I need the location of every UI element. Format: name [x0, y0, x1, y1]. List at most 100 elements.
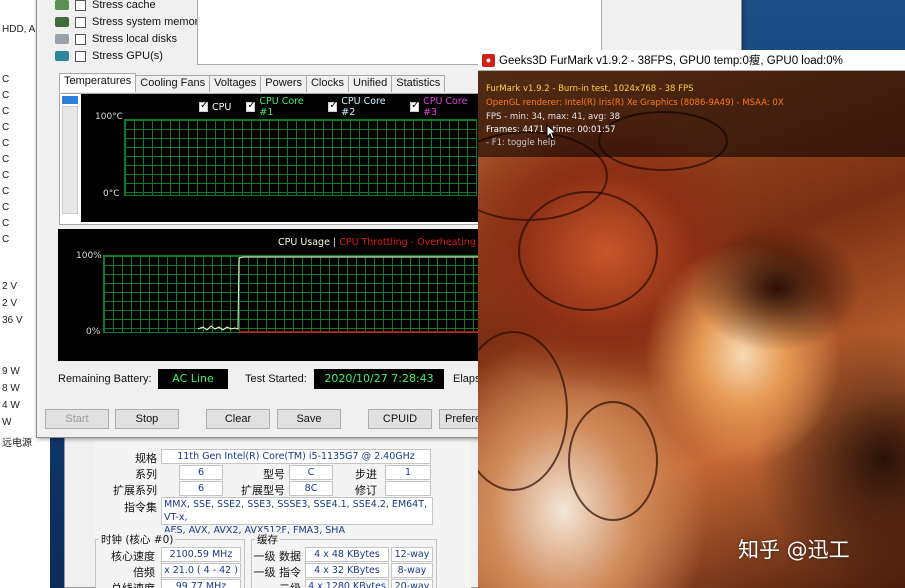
gpu-icon	[55, 51, 69, 61]
revision-label: 修订	[355, 484, 377, 497]
l1-inst-label: 一级 指令	[253, 566, 302, 579]
clear-button[interactable]: Clear	[206, 409, 270, 429]
stress-memory-option[interactable]: Stress system memory	[55, 14, 204, 30]
battery-label: Remaining Battery:	[58, 373, 152, 385]
temp-axis-top: 100°C	[95, 112, 123, 122]
bus-speed-value: 99.77 MHz	[161, 579, 241, 588]
model-label: 型号	[263, 468, 285, 481]
hud-line: FPS - min: 34, max: 41, avg: 38	[486, 112, 621, 122]
sensor-label: 远电源	[2, 438, 32, 449]
tab-temperatures[interactable]: Temperatures	[59, 73, 137, 92]
sensor-label: C	[2, 90, 10, 101]
sensor-label: 8 W	[2, 383, 20, 394]
stress-gpu-label: Stress GPU(s)	[92, 50, 163, 62]
multiplier-label: 倍频	[133, 566, 155, 579]
l1-inst-way: 8-way	[391, 563, 433, 578]
stress-gpu-checkbox[interactable]	[75, 50, 86, 62]
sensor-label: C	[2, 202, 10, 213]
memory-icon	[55, 17, 69, 27]
legend-core2-label: CPU Core #2	[341, 96, 386, 118]
clocks-title: 时钟 (核心 #0)	[99, 532, 176, 547]
l1-data-way: 12-way	[391, 547, 433, 562]
stress-memory-label: Stress system memory	[92, 16, 204, 28]
tab-unified[interactable]: Unified	[348, 75, 393, 92]
cpu-usage-chart: CPU Usage | CPU Throttling - Overheating…	[58, 229, 502, 361]
sensor-label: W	[2, 417, 12, 428]
disk-icon	[55, 34, 69, 44]
stress-disks-option[interactable]: Stress local disks	[55, 31, 177, 47]
stress-memory-checkbox[interactable]	[75, 16, 86, 28]
hud-line: FurMark v1.9.2 - Burn-in test, 1024x768 …	[486, 84, 694, 94]
zhihu-watermark: 知乎 @迅工	[738, 538, 850, 562]
cpuid-button[interactable]: CPUID	[368, 409, 432, 429]
sensor-label: C	[2, 138, 10, 149]
fur-texture	[478, 331, 568, 491]
stop-button[interactable]: Stop	[115, 409, 179, 429]
sensor-label: C	[2, 234, 10, 245]
legend-core1-label: CPU Core #1	[259, 96, 304, 118]
temp-axis-bottom: 0°C	[103, 189, 120, 199]
stress-cache-label: Stress cache	[92, 0, 156, 11]
l2-label: 二级	[245, 580, 301, 588]
stress-cache-option[interactable]: Stress cache	[55, 0, 156, 13]
cache-icon	[55, 0, 69, 10]
stepping-value: 1	[385, 465, 431, 480]
family-value: 6	[179, 465, 223, 480]
family-label: 系列	[135, 468, 157, 481]
sensor-label: C	[2, 122, 10, 133]
stress-gpu-option[interactable]: Stress GPU(s)	[55, 48, 163, 64]
cache-title: 缓存	[255, 532, 280, 547]
battery-value: AC Line	[158, 369, 228, 389]
model-value: C	[289, 465, 333, 480]
l1-data-label: 一级 数据	[253, 550, 302, 563]
cpuz-processor-panel: 规格 11th Gen Intel(R) Core(TM) i5-1135G7 …	[95, 439, 471, 588]
sensor-label: 2 V	[2, 281, 18, 292]
cpuz-window: 规格 11th Gen Intel(R) Core(TM) i5-1135G7 …	[64, 430, 484, 588]
l1-inst-value: 4 x 32 KBytes	[305, 563, 389, 578]
legend-core1-checkbox[interactable]	[246, 100, 256, 112]
sensor-list-scrollbar[interactable]	[62, 106, 78, 214]
legend-core2-checkbox[interactable]	[328, 100, 338, 112]
legend-core3-label: CPU Core #3	[423, 96, 468, 118]
stepping-label: 步进	[355, 468, 377, 481]
sensor-label: C	[2, 154, 10, 165]
sensor-label: 4 W	[2, 400, 20, 411]
tab-cooling-fans[interactable]: Cooling Fans	[135, 75, 211, 92]
hud-line: OpenGL renderer: Intel(R) Iris(R) Xe Gra…	[486, 98, 784, 108]
legend-cpu-checkbox[interactable]	[199, 100, 208, 112]
cpu-chart-separator: |	[332, 237, 337, 248]
furmark-title-bar[interactable]: ● Geeks3D FurMark v1.9.2 - 38FPS, GPU0 t…	[478, 50, 905, 71]
temperature-grid	[124, 119, 477, 196]
sensor-tabs: Temperatures Cooling Fans Voltages Power…	[59, 73, 446, 92]
ext-family-label: 扩展系列	[113, 484, 157, 497]
fur-texture	[568, 401, 658, 521]
cpu-usage-line	[197, 256, 499, 331]
tab-voltages[interactable]: Voltages	[209, 75, 262, 92]
l2-value: 4 x 1280 KBytes	[305, 579, 389, 588]
sensor-label: C	[2, 106, 10, 117]
save-button[interactable]: Save	[277, 409, 341, 429]
start-button[interactable]: Start	[45, 409, 109, 429]
test-started-label: Test Started:	[245, 373, 307, 385]
ext-model-label: 扩展型号	[241, 484, 285, 497]
cpu-usage-title: CPU Usage	[278, 237, 330, 248]
sensor-label: HDD, A	[2, 24, 36, 35]
stress-cache-checkbox[interactable]	[75, 0, 86, 11]
instructions-line-1: MMX, SSE, SSE2, SSE3, SSSE3, SSE4.1, SSE…	[164, 499, 428, 523]
stress-disks-checkbox[interactable]	[75, 33, 86, 45]
test-started-value: 2020/10/27 7:28:43	[314, 369, 444, 389]
legend-core3-checkbox[interactable]	[410, 100, 419, 112]
temperatures-panel: CPU CPU Core #1 CPU Core #2 CPU Core #3 …	[59, 93, 501, 225]
instructions-label: 指令集	[124, 501, 157, 514]
sensor-list-selection	[62, 96, 78, 104]
tab-statistics[interactable]: Statistics	[391, 75, 446, 92]
sensor-label: C	[2, 186, 10, 197]
sensor-label: C	[2, 74, 10, 85]
ext-model-value: 8C	[289, 481, 333, 496]
tab-clocks[interactable]: Clocks	[305, 75, 349, 92]
cpu-axis-bottom: 0%	[86, 327, 101, 337]
sensor-label: 36 V	[2, 315, 23, 326]
tab-powers[interactable]: Powers	[260, 75, 307, 92]
l1-data-value: 4 x 48 KBytes	[305, 547, 389, 562]
sensor-label: 2 V	[2, 298, 18, 309]
